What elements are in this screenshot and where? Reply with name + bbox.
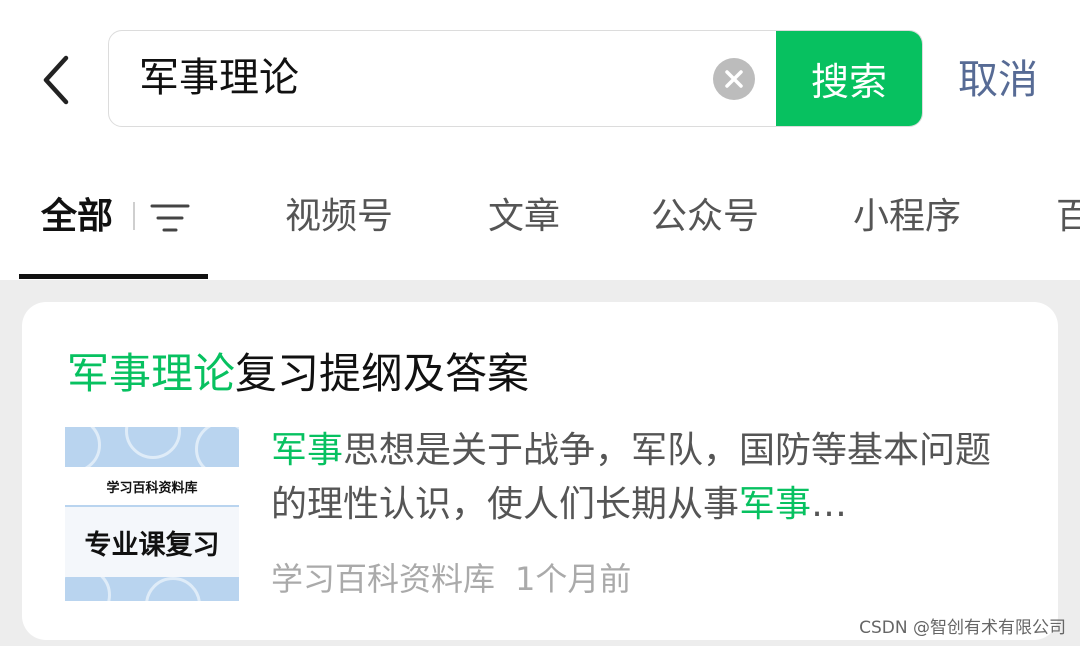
- tab-all[interactable]: 全部: [41, 192, 113, 242]
- desc-highlight: 军事: [739, 484, 812, 525]
- result-meta: 学习百科资料库 1个月前: [271, 554, 631, 604]
- category-tabs: 全部 视频号 文章 公众号 小程序 百: [0, 180, 1080, 280]
- back-arrow-icon: [43, 55, 69, 105]
- result-thumbnail[interactable]: 学习百科资料库 专业课复习: [65, 427, 239, 601]
- tab-baike[interactable]: 百: [1056, 192, 1080, 242]
- search-header: 军事理论 搜索 取消 全部 视频号 文章 公众号 小程序 百: [0, 0, 1080, 280]
- search-button[interactable]: 搜索: [776, 31, 922, 126]
- filter-icon[interactable]: [148, 198, 192, 238]
- active-tab-indicator: [19, 274, 208, 279]
- tab-official-account[interactable]: 公众号: [651, 192, 759, 242]
- search-input[interactable]: 军事理论: [139, 31, 299, 126]
- result-description: 军事思想是关于战争，军队，国防等基本问题的理性认识，使人们长期从事军事…: [271, 424, 1016, 532]
- back-button[interactable]: [26, 50, 86, 110]
- result-source: 学习百科资料库: [271, 560, 496, 598]
- thumbnail-caption: 学习百科资料库: [65, 467, 239, 505]
- search-result-card[interactable]: 军事理论复习提纲及答案 学习百科资料库 专业课复习 军事思想是关于战争，军队，国…: [22, 302, 1058, 640]
- thumbnail-heading: 专业课复习: [65, 507, 239, 577]
- tab-article[interactable]: 文章: [488, 192, 560, 242]
- tab-divider: [133, 202, 135, 230]
- title-highlight: 军事理论: [67, 349, 236, 398]
- desc-ellipsis: …: [811, 484, 848, 525]
- desc-highlight: 军事: [271, 430, 344, 471]
- desc-text: 思想是关于战争，军队，国防等基本问题的理性认识，使人们长期从事: [271, 430, 992, 525]
- result-title[interactable]: 军事理论复习提纲及答案: [67, 344, 529, 404]
- title-text: 复习提纲及答案: [235, 349, 530, 398]
- search-box: 军事理论 搜索: [108, 30, 923, 127]
- tab-mini-program[interactable]: 小程序: [853, 192, 961, 242]
- watermark: CSDN @智创有术有限公司: [859, 618, 1066, 638]
- result-time: 1个月前: [515, 560, 632, 598]
- clear-icon: [725, 70, 743, 88]
- clear-button[interactable]: [713, 58, 755, 100]
- tab-video[interactable]: 视频号: [285, 192, 393, 242]
- cancel-button[interactable]: 取消: [958, 52, 1038, 108]
